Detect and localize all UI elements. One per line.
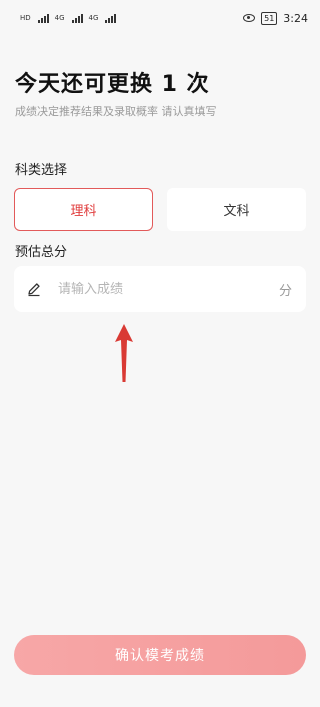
network-type-label: HD xyxy=(20,13,31,22)
subject-option-science-label: 理科 xyxy=(70,204,97,219)
signal-icon xyxy=(37,13,49,23)
score-unit: 分 xyxy=(278,283,292,299)
network-indicators: HD 4G 4G xyxy=(20,13,117,23)
confirm-score-button[interactable]: 确认模考成绩 xyxy=(14,635,306,675)
network-gen-label: 4G xyxy=(54,13,65,22)
subject-option-arts[interactable]: 文科 xyxy=(167,188,306,231)
subject-option-science[interactable]: 理科 xyxy=(14,188,153,231)
status-bar: HD 4G 4G 51 3:24 xyxy=(0,0,320,36)
score-input[interactable] xyxy=(56,280,279,298)
status-right: 51 3:24 xyxy=(243,11,308,25)
eye-comfort-icon xyxy=(243,14,256,22)
subject-section-label: 科类选择 xyxy=(15,163,68,178)
pencil-icon xyxy=(28,283,40,297)
score-section-label: 预估总分 xyxy=(15,245,68,260)
page-title: 今天还可更换 1 次 xyxy=(15,72,210,97)
signal-icon-3 xyxy=(105,13,117,23)
page-subtitle: 成绩决定推荐结果及录取概率 请认真填写 xyxy=(15,105,217,118)
network-gen-label-2: 4G xyxy=(88,13,99,22)
red-arrow-icon xyxy=(115,324,133,382)
score-field[interactable]: 分 xyxy=(14,266,306,312)
subject-option-arts-label: 文科 xyxy=(223,204,250,219)
clock: 3:24 xyxy=(283,11,308,25)
signal-icon-2 xyxy=(71,13,83,23)
battery-icon: 51 xyxy=(261,11,278,25)
